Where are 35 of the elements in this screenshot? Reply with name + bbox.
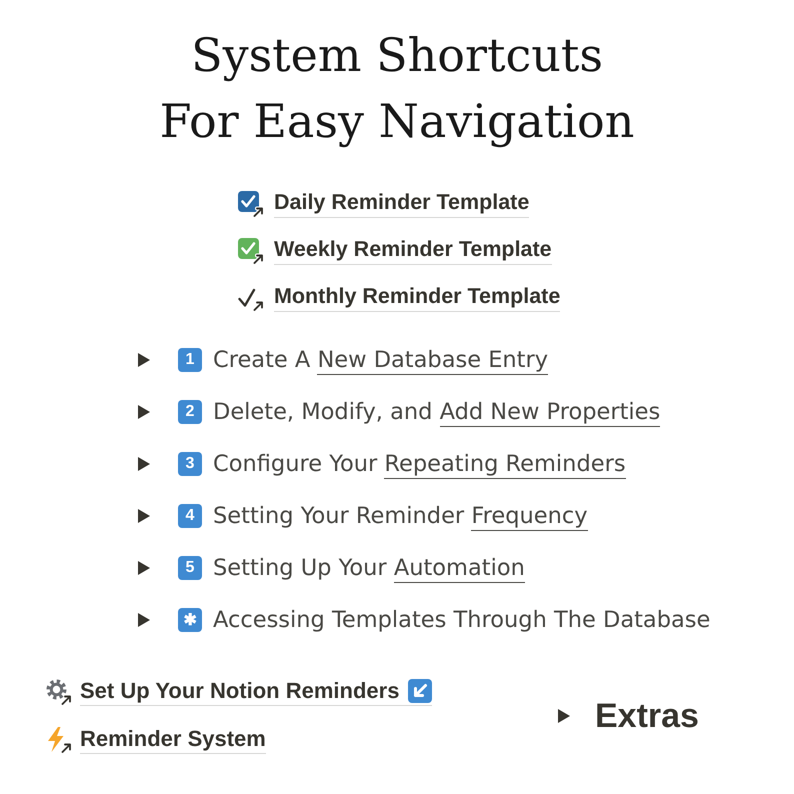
toggle-triangle-icon[interactable] — [138, 457, 150, 471]
page-link[interactable]: Daily Reminder Template — [274, 190, 530, 218]
page-link[interactable]: Set Up Your Notion Reminders — [80, 678, 432, 706]
toggle-triangle-icon[interactable] — [138, 613, 150, 627]
page-link[interactable]: New Database Entry — [317, 347, 548, 375]
toggle-heading: Setting Your Reminder Frequency — [213, 502, 588, 531]
page-link[interactable]: Monthly Reminder Template — [274, 284, 560, 312]
toggle-heading: Setting Up Your Automation — [213, 554, 525, 583]
toggle-heading: Extras — [595, 696, 699, 736]
page-link[interactable]: Add New Properties — [440, 399, 660, 427]
gear-icon — [45, 678, 73, 706]
check-square-icon — [237, 236, 265, 264]
toggle-heading: Accessing Templates Through The Database — [213, 606, 710, 635]
toggle-triangle-icon[interactable] — [558, 709, 570, 723]
number-keycap: ✱ — [178, 608, 202, 632]
page-link[interactable]: Weekly Reminder Template — [274, 236, 552, 264]
toggle-triangle-icon[interactable] — [138, 405, 150, 419]
page-link[interactable]: Repeating Reminders — [384, 451, 626, 479]
toggle-heading: Create A New Database Entry — [213, 346, 548, 375]
number-keycap: 4 — [178, 504, 202, 528]
lightning-icon — [45, 726, 73, 754]
number-keycap: 3 — [178, 452, 202, 476]
page-link[interactable]: Automation — [394, 555, 525, 583]
toggle-triangle-icon[interactable] — [138, 561, 150, 575]
number-keycap: 2 — [178, 400, 202, 424]
toggle-triangle-icon[interactable] — [138, 353, 150, 367]
number-keycap: 1 — [178, 348, 202, 372]
toggle-triangle-icon[interactable] — [138, 509, 150, 523]
check-square-icon — [237, 190, 265, 218]
page-title: System Shortcuts For Easy Navigation — [158, 27, 636, 150]
number-keycap: 5 — [178, 556, 202, 580]
page-link[interactable]: Frequency — [471, 503, 588, 531]
page-link[interactable]: Reminder System — [80, 726, 266, 754]
toggle-heading: Configure Your Repeating Reminders — [213, 450, 626, 479]
toggle-heading: Delete, Modify, and Add New Properties — [213, 398, 660, 427]
